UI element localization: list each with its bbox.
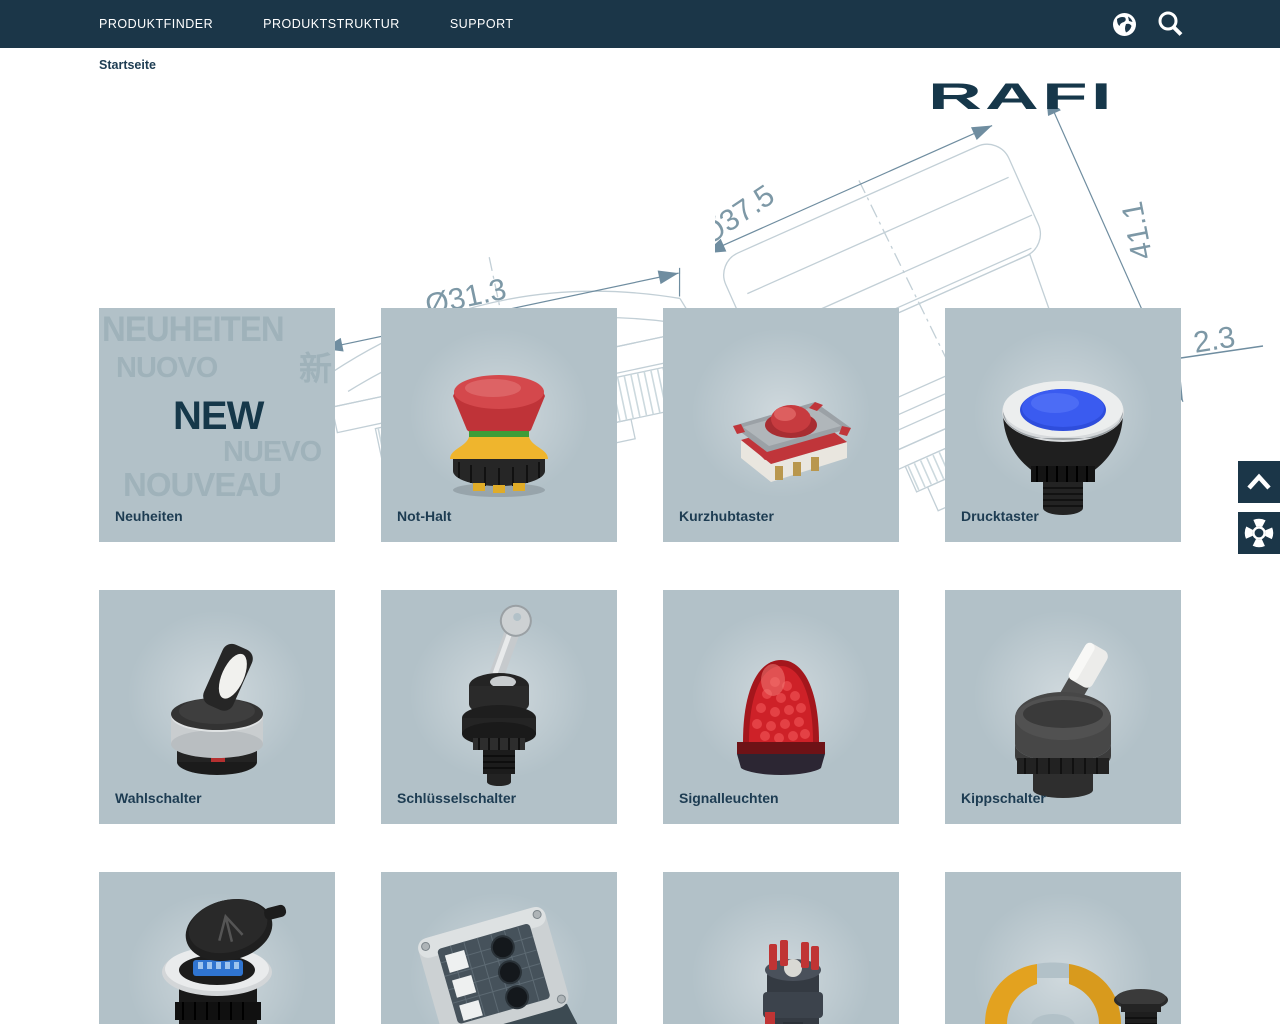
signal-lamp-product-image: [663, 590, 899, 824]
enclosure-box-product-image: [381, 872, 617, 1024]
tile-label: Not-Halt: [397, 508, 451, 524]
tile-kippschalter[interactable]: Kippschalter: [945, 590, 1181, 824]
dim-label: 2.3: [1191, 321, 1237, 360]
tile-label: Wahlschalter: [115, 790, 202, 806]
emergency-stop-product-image: [381, 308, 617, 542]
search-icon: [1156, 10, 1184, 38]
chevron-up-icon: [1246, 473, 1272, 491]
tile-label: Kippschalter: [961, 790, 1046, 806]
tile-neuheiten[interactable]: NEUHEITEN NUOVO 新 NEW NUEVO NOUVEAU Neuh…: [99, 308, 335, 542]
tile-wahlschalter[interactable]: Wahlschalter: [99, 590, 335, 824]
accessories-product-image: [945, 872, 1181, 1024]
nav-item-produktfinder[interactable]: PRODUKTFINDER: [99, 17, 213, 31]
tile-drucktaster[interactable]: Drucktaster: [945, 308, 1181, 542]
tile-not-halt[interactable]: Not-Halt: [381, 308, 617, 542]
search-button[interactable]: [1156, 10, 1184, 38]
tile-label: Schlüsselschalter: [397, 790, 516, 806]
dim-label: Ø37.5: [715, 179, 781, 252]
key-switch-product-image: [381, 590, 617, 824]
tile-usb-socket[interactable]: [99, 872, 335, 1024]
short-travel-switch-product-image: [663, 308, 899, 542]
tile-contact-block[interactable]: [663, 872, 899, 1024]
lifebuoy-icon: [1244, 518, 1274, 548]
dim-label: 41.1: [1116, 199, 1160, 263]
top-navigation-bar: PRODUKTFINDER PRODUKTSTRUKTUR SUPPORT: [0, 0, 1280, 48]
new-word-zh: 新: [299, 352, 332, 385]
new-word-es: NUEVO: [223, 438, 321, 467]
tile-label: Signalleuchten: [679, 790, 779, 806]
new-word-it: NUOVO: [116, 354, 217, 383]
tile-label: Drucktaster: [961, 508, 1039, 524]
nav-item-support[interactable]: SUPPORT: [450, 17, 514, 31]
support-contact-button[interactable]: [1238, 512, 1280, 554]
nav-item-produktstruktur[interactable]: PRODUKTSTRUKTUR: [263, 17, 400, 31]
tile-schluesselschalter[interactable]: Schlüsselschalter: [381, 590, 617, 824]
tile-enclosure[interactable]: [381, 872, 617, 1024]
new-word-en: NEW: [173, 396, 263, 436]
contact-block-product-image: [663, 872, 899, 1024]
scroll-to-top-button[interactable]: [1238, 461, 1280, 503]
tile-accessories[interactable]: [945, 872, 1181, 1024]
breadcrumb[interactable]: Startseite: [99, 58, 156, 72]
tile-label: Kurzhubtaster: [679, 508, 774, 524]
tile-kurzhubtaster[interactable]: Kurzhubtaster: [663, 308, 899, 542]
pushbutton-product-image: [945, 308, 1181, 542]
tile-signalleuchten[interactable]: Signalleuchten: [663, 590, 899, 824]
language-globe-button[interactable]: [1110, 10, 1138, 38]
new-word-fr: NOUVEAU: [123, 468, 281, 501]
selector-switch-product-image: [99, 590, 335, 824]
usb-socket-product-image: [99, 872, 335, 1024]
rafi-logo[interactable]: RAFI: [928, 80, 1180, 120]
globe-icon: [1112, 12, 1137, 37]
rafi-logo-text: RAFI: [928, 80, 1115, 112]
toggle-switch-product-image: [945, 590, 1181, 824]
floating-action-column: [1238, 461, 1280, 554]
new-word-de: NEUHEITEN: [102, 312, 284, 347]
main-nav: PRODUKTFINDER PRODUKTSTRUKTUR SUPPORT: [0, 17, 514, 31]
tile-label: Neuheiten: [115, 508, 183, 524]
